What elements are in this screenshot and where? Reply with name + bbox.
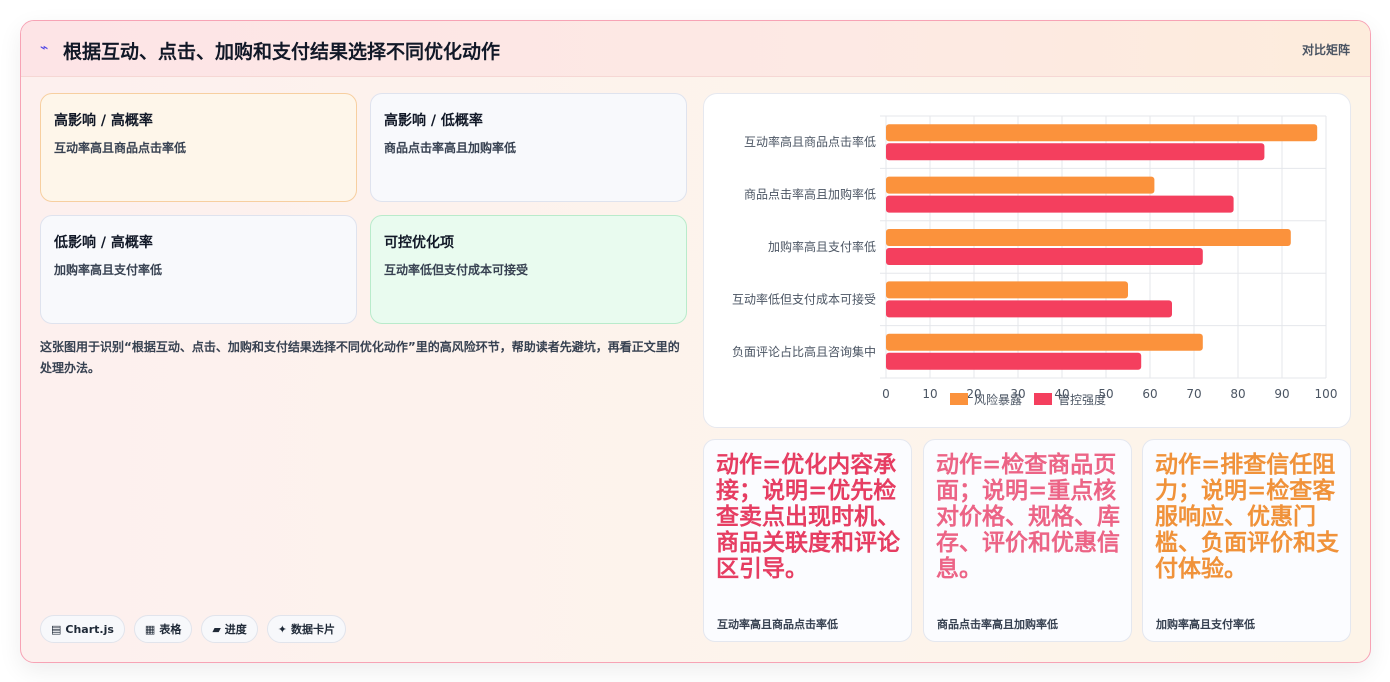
legend-label: 管控强度 bbox=[1058, 392, 1106, 407]
chip-table[interactable]: ▦ 表格 bbox=[133, 615, 193, 643]
y-category-label: 互动率低但支付成本可接受 bbox=[732, 291, 876, 306]
chip-label: Chart.js bbox=[65, 622, 114, 636]
action-text: 动作=检查商品页面；说明=重点核对价格、规格、库存、评价和优惠信息。 bbox=[936, 452, 1120, 582]
x-tick-label: 0 bbox=[882, 387, 890, 401]
quadrant-desc: 加购率高且支付率低 bbox=[54, 263, 163, 277]
chart-description: 这张图用于识别“根据互动、点击、加购和支付结果选择不同优化动作”里的高风险环节，… bbox=[40, 340, 680, 375]
x-tick-label: 70 bbox=[1186, 387, 1201, 401]
legend-label: 风险暴露 bbox=[974, 392, 1022, 407]
x-tick-label: 60 bbox=[1142, 387, 1157, 401]
bar-chart: 0 10 20 30 40 50 60 70 80 90 100互动率高且商品点击率低商品点击率高且… bbox=[732, 115, 1338, 407]
chip-bar: ▤ Chart.js ▦ 表格 ▰ 进度 ✦ 数据卡片 bbox=[40, 615, 347, 643]
quadrant-desc: 商品点击率高且加购率低 bbox=[384, 141, 517, 155]
sparkle-icon: ✦ bbox=[277, 622, 288, 636]
bar-risk-exposure bbox=[886, 124, 1318, 142]
chip-data-card[interactable]: ✦ 数据卡片 bbox=[266, 615, 347, 643]
bar-risk-exposure bbox=[886, 281, 1128, 299]
quadrant-title: 低影响 / 高概率 bbox=[54, 235, 153, 251]
action-card-2: 动作=检查商品页面；说明=重点核对价格、规格、库存、评价和优惠信息。 商品点击率… bbox=[923, 439, 1132, 642]
y-category-label: 互动率高且商品点击率低 bbox=[744, 134, 876, 149]
bar-risk-exposure bbox=[886, 176, 1155, 194]
action-text: 动作=优化内容承接；说明=优先检查卖点出现时机、商品关联度和评论区引导。 bbox=[716, 452, 900, 582]
bar-risk-exposure bbox=[886, 333, 1203, 351]
x-tick-label: 100 bbox=[1315, 387, 1338, 401]
action-card-1: 动作=优化内容承接；说明=优先检查卖点出现时机、商品关联度和评论区引导。 互动率… bbox=[703, 439, 912, 642]
bar-risk-exposure bbox=[886, 229, 1291, 246]
bar-control-strength bbox=[886, 352, 1142, 370]
x-tick-label: 80 bbox=[1230, 387, 1245, 401]
trend-icon: ⌁ bbox=[40, 40, 49, 56]
quadrant-title: 高影响 / 低概率 bbox=[384, 113, 483, 129]
chip-label: 表格 bbox=[159, 623, 182, 636]
quadrant-desc: 互动率高且商品点击率低 bbox=[54, 141, 187, 155]
progress-icon: ▰ bbox=[212, 622, 221, 636]
legend-swatch bbox=[950, 393, 968, 405]
chip-label: 数据卡片 bbox=[291, 623, 336, 636]
x-tick-label: 90 bbox=[1274, 387, 1289, 401]
quadrant-controllable: 可控优化项 互动率低但支付成本可接受 bbox=[370, 215, 687, 324]
action-text: 动作=排查信任阻力；说明=检查客服响应、优惠门槛、负面评价和支付体验。 bbox=[1155, 452, 1339, 582]
table-icon: ▦ bbox=[144, 622, 156, 636]
action-caption: 互动率高且商品点击率低 bbox=[717, 618, 838, 631]
bar-control-strength bbox=[886, 143, 1265, 161]
y-category-label: 加购率高且支付率低 bbox=[768, 239, 876, 254]
bar-control-strength bbox=[886, 300, 1172, 318]
quadrant-high-impact-low-prob: 高影响 / 低概率 商品点击率高且加购率低 bbox=[370, 93, 687, 202]
chip-progress[interactable]: ▰ 进度 bbox=[201, 615, 258, 643]
y-category-label: 负面评论占比高且咨询集中 bbox=[732, 344, 876, 359]
bar-chart-card: 0 10 20 30 40 50 60 70 80 90 100 互动率高且商品点击率低 商品点击率高且… bbox=[703, 93, 1351, 428]
chart-icon: ▤ bbox=[51, 622, 62, 636]
chip-label: 进度 bbox=[224, 623, 247, 636]
page-title: 根据互动、点击、加购和支付结果选择不同优化动作 bbox=[63, 41, 501, 63]
action-caption: 商品点击率高且加购率低 bbox=[937, 618, 1058, 631]
header: ⌁ 根据互动、点击、加购和支付结果选择不同优化动作 对比矩阵 bbox=[21, 21, 1370, 77]
dashboard-card: ⌁ 根据互动、点击、加购和支付结果选择不同优化动作 对比矩阵 高影响 / 高概率… bbox=[20, 20, 1371, 663]
quadrant-desc: 互动率低但支付成本可接受 bbox=[384, 263, 529, 277]
action-card-3: 动作=排查信任阻力；说明=检查客服响应、优惠门槛、负面评价和支付体验。 加购率高… bbox=[1142, 439, 1351, 642]
bar-control-strength bbox=[886, 195, 1234, 213]
quadrant-low-impact-high-prob: 低影响 / 高概率 加购率高且支付率低 bbox=[40, 215, 357, 324]
quadrant-high-impact-high-prob: 高影响 / 高概率 互动率高且商品点击率低 bbox=[40, 93, 357, 202]
legend-swatch bbox=[1034, 393, 1052, 405]
bar-control-strength bbox=[886, 248, 1203, 265]
quadrant-title: 高影响 / 高概率 bbox=[54, 113, 153, 129]
x-tick-label: 10 bbox=[922, 387, 937, 401]
chip-chartjs[interactable]: ▤ Chart.js bbox=[40, 615, 125, 643]
quadrant-title: 可控优化项 bbox=[384, 235, 454, 251]
y-category-label: 商品点击率高且加购率低 bbox=[744, 187, 876, 202]
action-caption: 加购率高且支付率低 bbox=[1156, 618, 1255, 631]
view-tag[interactable]: 对比矩阵 bbox=[1302, 41, 1350, 58]
